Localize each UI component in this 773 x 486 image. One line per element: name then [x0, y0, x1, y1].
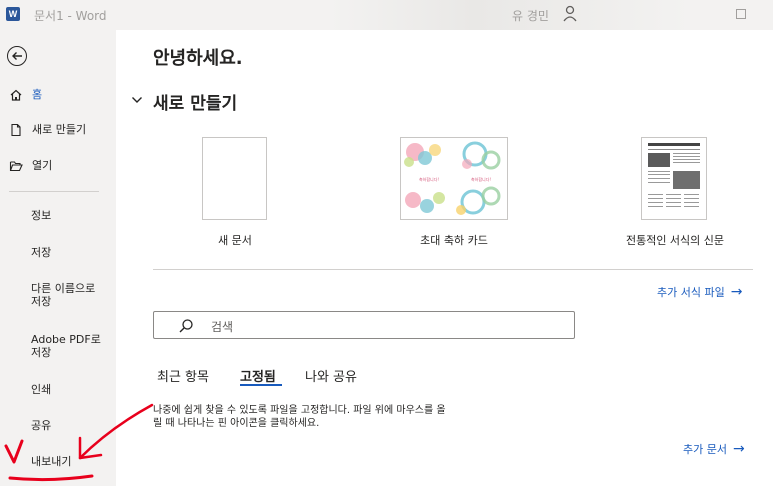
sidebar-item-label: 공유 — [31, 419, 52, 432]
template-invitation-card[interactable]: 축하합니다! 축하합니다! — [400, 137, 508, 220]
arrow-right-icon: → — [732, 441, 745, 457]
title-bar-decoration — [330, 0, 690, 30]
arrow-left-icon — [12, 52, 22, 60]
new-document-icon — [11, 123, 21, 137]
arrow-right-icon: → — [730, 284, 743, 300]
sidebar-item-label: 다른 이름으로 — [31, 282, 96, 295]
page-title: 안녕하세요. — [153, 48, 243, 69]
section-new-label: 새로 만들기 — [153, 94, 238, 114]
active-tab-indicator — [240, 384, 282, 386]
sidebar-item-label: 저장 — [31, 295, 52, 308]
template-newspaper[interactable] — [641, 137, 707, 220]
svg-text:축하합니다!: 축하합니다! — [471, 176, 491, 182]
search-input[interactable]: 검색 — [153, 311, 575, 339]
template-label: 초대 축하 카드 — [420, 234, 488, 247]
more-documents-link[interactable]: 추가 문서 → — [683, 441, 745, 457]
restore-window-button[interactable] — [736, 9, 746, 19]
tab-pinned[interactable]: 고정됨 — [240, 366, 276, 385]
backstage-sidebar: 홈 새로 만들기 열기 정보 저장 다른 이름으로 저장 Adobe PDF로 … — [0, 30, 116, 486]
person-icon[interactable] — [562, 5, 578, 23]
user-name[interactable]: 유 경민 — [512, 7, 549, 24]
sidebar-divider — [9, 191, 99, 192]
newspaper-thumbnail — [648, 143, 700, 207]
search-icon — [179, 319, 193, 333]
more-documents-label: 추가 문서 — [683, 443, 727, 456]
document-title: 문서1 - Word — [34, 9, 107, 23]
pinned-empty-description: 나중에 쉽게 찾을 수 있도록 파일을 고정합니다. 파일 위에 마우스를 올릴… — [153, 405, 446, 429]
sidebar-item-label: 새로 만들기 — [32, 123, 87, 136]
tab-recent[interactable]: 최근 항목 — [157, 366, 209, 385]
sidebar-item-label: 정보 — [31, 209, 52, 222]
word-logo-icon: W — [6, 7, 20, 21]
sidebar-item-label: 홈 — [32, 88, 43, 101]
sidebar-item-label: 저장 — [31, 346, 52, 359]
home-icon — [10, 89, 22, 101]
sidebar-item-label: 저장 — [31, 246, 52, 259]
sidebar-item-label: 내보내기 — [31, 455, 72, 468]
template-blank-document[interactable] — [202, 137, 267, 220]
sidebar-item-label: Adobe PDF로 — [31, 333, 101, 346]
back-button[interactable] — [7, 46, 27, 66]
section-divider — [153, 269, 753, 270]
sidebar-item-label: 인쇄 — [31, 383, 52, 396]
invitation-card-thumbnail: 축하합니다! 축하합니다! — [404, 141, 501, 215]
search-placeholder: 검색 — [211, 320, 234, 334]
sidebar-item-label: 열기 — [32, 159, 53, 172]
svg-text:축하합니다!: 축하합니다! — [419, 176, 439, 182]
title-bar: W 문서1 - Word 유 경민 — [0, 0, 773, 30]
template-label: 전통적인 서식의 신문 — [625, 234, 725, 247]
more-templates-link[interactable]: 추가 서식 파일 → — [657, 284, 742, 300]
tab-shared-with-me[interactable]: 나와 공유 — [305, 366, 357, 385]
section-new-heading[interactable]: 새로 만들기 — [131, 89, 237, 114]
more-templates-label: 추가 서식 파일 — [657, 286, 725, 299]
template-label: 새 문서 — [218, 234, 252, 247]
folder-open-icon — [9, 161, 23, 172]
